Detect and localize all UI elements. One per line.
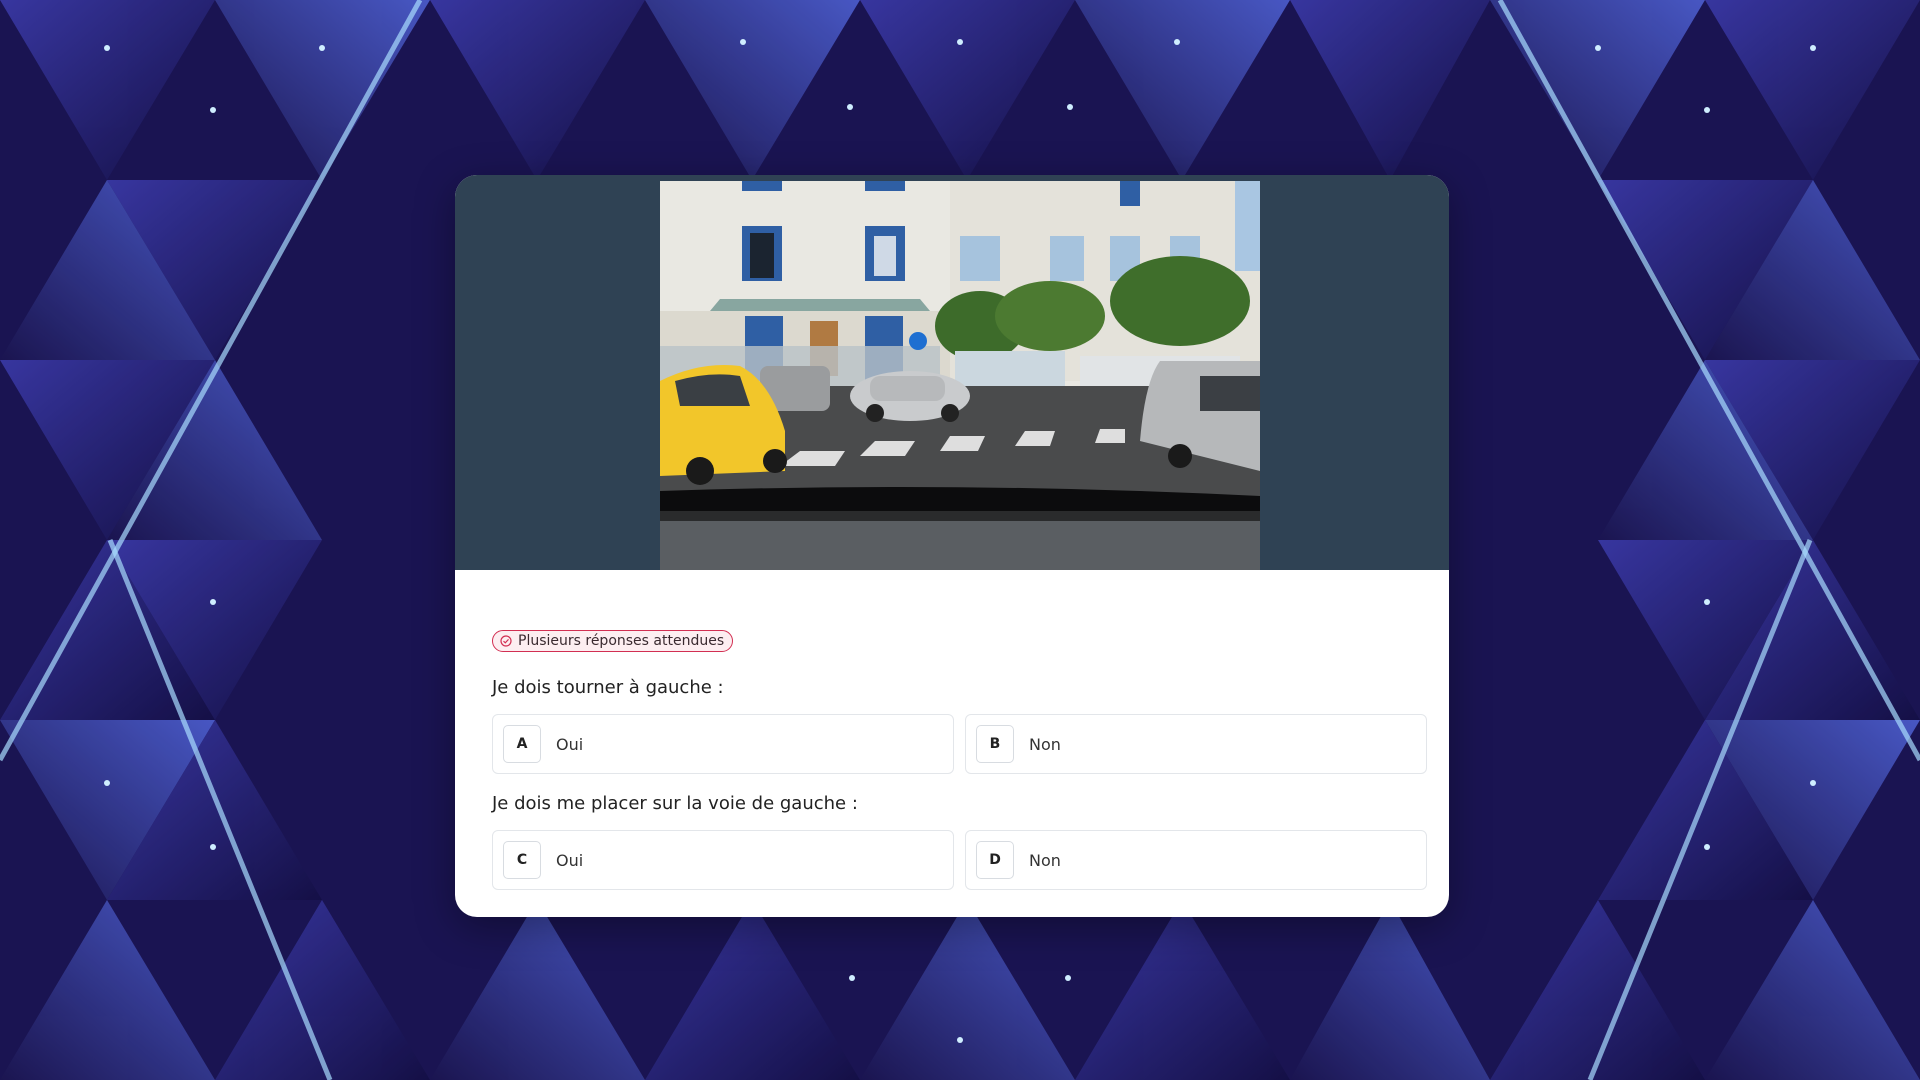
answers-group-1: A Oui B Non <box>492 714 1427 774</box>
answer-letter-a: A <box>503 725 541 763</box>
answer-letter-d: D <box>976 841 1014 879</box>
answers-group-2: C Oui D Non <box>492 830 1427 890</box>
answer-label-a: Oui <box>556 734 584 754</box>
street-scene-image <box>660 181 1260 570</box>
answer-label-b: Non <box>1029 734 1061 754</box>
answer-letter-c: C <box>503 841 541 879</box>
media-area <box>455 175 1449 570</box>
answer-option-b[interactable]: B Non <box>965 714 1427 774</box>
question-text-1: Je dois tourner à gauche : <box>492 677 724 698</box>
question-text-2: Je dois me placer sur la voie de gauche … <box>492 793 858 814</box>
answer-letter-b: B <box>976 725 1014 763</box>
answer-option-a[interactable]: A Oui <box>492 714 954 774</box>
question-photo <box>660 181 1260 570</box>
question-content: Plusieurs réponses attendues Je dois tou… <box>492 630 1427 890</box>
answer-option-d[interactable]: D Non <box>965 830 1427 890</box>
multiple-answers-badge: Plusieurs réponses attendues <box>492 630 734 652</box>
answer-label-c: Oui <box>556 850 584 870</box>
answer-label-d: Non <box>1029 850 1061 870</box>
check-circle-icon <box>500 635 512 647</box>
question-card: Plusieurs réponses attendues Je dois tou… <box>455 175 1449 917</box>
badge-label: Plusieurs réponses attendues <box>518 633 725 649</box>
answer-option-c[interactable]: C Oui <box>492 830 954 890</box>
